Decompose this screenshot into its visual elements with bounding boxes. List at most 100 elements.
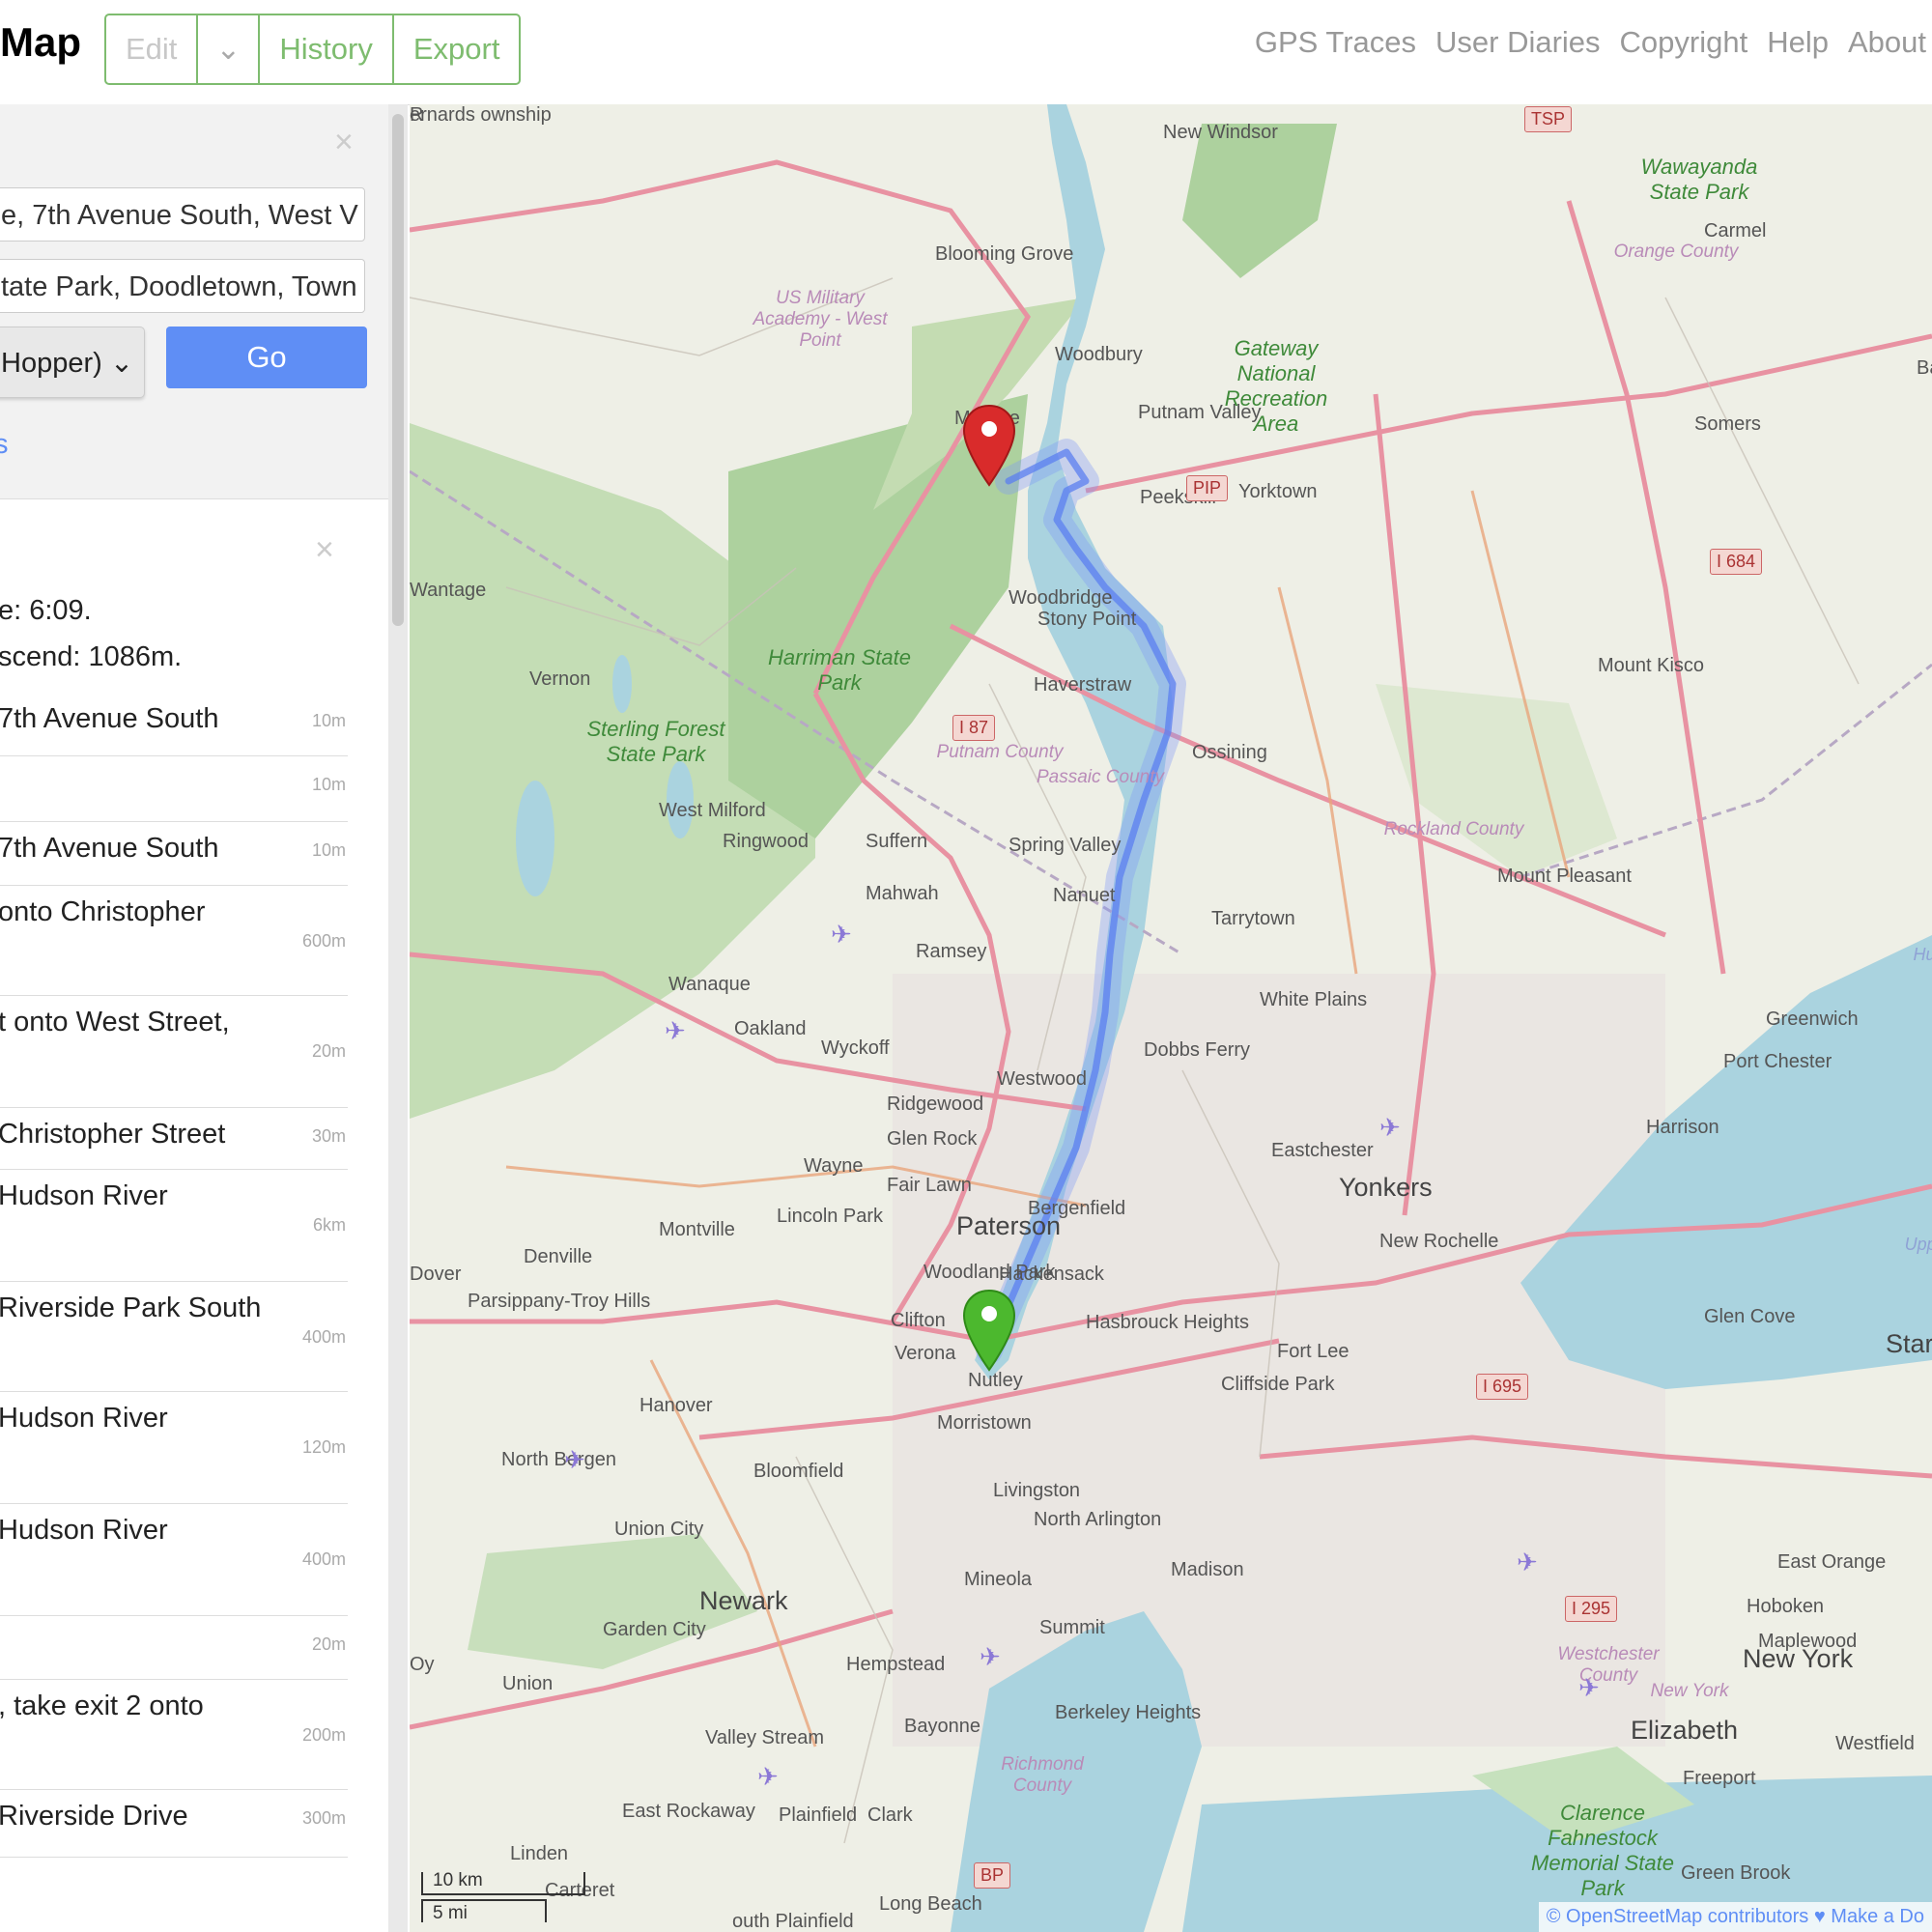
- direction-step-distance: 600m: [301, 931, 346, 951]
- map-place-label: Blooming Grove: [935, 243, 1074, 265]
- direction-step-text: Riverside Park South: [0, 1293, 262, 1323]
- map-place-label: Oakland: [734, 1018, 807, 1039]
- direction-step[interactable]: Christopher Street 30m: [0, 1107, 348, 1170]
- end-marker-icon[interactable]: [960, 404, 1018, 487]
- map-place-label: Bayonne: [904, 1716, 980, 1737]
- map-place-label: Stony Point: [1037, 609, 1137, 630]
- direction-step-text: 7th Avenue South: [0, 833, 219, 864]
- route-time-summary: e: 6:09.: [0, 595, 92, 626]
- direction-step-distance: 30m: [311, 1126, 346, 1146]
- map-place-label: Hempstead: [846, 1654, 946, 1675]
- map-place-label: Upper New York Bay: [1904, 1235, 1932, 1254]
- edit-button[interactable]: Edit: [106, 15, 199, 83]
- nav-user-diaries[interactable]: User Diaries: [1435, 25, 1601, 60]
- close-directions-icon[interactable]: ×: [315, 531, 334, 569]
- map-place-label: Ramsey: [916, 941, 987, 962]
- direction-step[interactable]: 10m: [0, 755, 348, 822]
- direction-step-distance: 400m: [301, 1327, 346, 1347]
- direction-step[interactable]: t onto West Street, 20m: [0, 995, 348, 1108]
- history-button[interactable]: History: [260, 15, 394, 83]
- map-place-label: Tarrytown: [1211, 908, 1295, 929]
- direction-step[interactable]: onto Christopher 600m: [0, 885, 348, 996]
- nav-copyright[interactable]: Copyright: [1620, 25, 1748, 60]
- map-place-label: North Arlington: [1034, 1509, 1162, 1530]
- direction-step[interactable]: Riverside Park South 400m: [0, 1281, 348, 1392]
- map-place-label: Mineola: [964, 1569, 1033, 1590]
- map-place-label: Rockland County: [1383, 819, 1524, 839]
- map-place-label: Mount Pleasant: [1497, 866, 1632, 887]
- map-place-label: outh Plainfield: [732, 1911, 854, 1932]
- direction-step[interactable]: Hudson River 120m: [0, 1391, 348, 1504]
- map-place-label: Carmel: [1704, 220, 1767, 242]
- map-scale: 10 km 5 mi: [421, 1866, 595, 1932]
- export-button[interactable]: Export: [394, 15, 520, 83]
- road-shield: I 295: [1565, 1596, 1618, 1622]
- direction-step[interactable]: Riverside Drive 300m: [0, 1789, 348, 1858]
- start-marker-icon[interactable]: [960, 1289, 1018, 1372]
- direction-step[interactable]: 20m: [0, 1615, 348, 1680]
- site-logo[interactable]: Map: [0, 19, 81, 66]
- airport-icon: ✈: [1578, 1673, 1600, 1702]
- map-place-label: Clarence Fahnestock Memorial State Park: [1531, 1801, 1674, 1900]
- map-place-label: ernards ownship: [410, 104, 552, 126]
- map-place-label: Cliffside Park: [1221, 1374, 1335, 1395]
- reverse-directions-link[interactable]: s: [0, 429, 9, 461]
- map-place-label: Fair Lawn: [887, 1175, 972, 1196]
- map-place-label: New York: [1650, 1681, 1729, 1701]
- map-place-label: Mount Kisco: [1598, 655, 1705, 676]
- scale-mi-label: 5 mi: [433, 1903, 468, 1923]
- map-place-label: Nutley: [968, 1370, 1023, 1391]
- map-place-label: Clifton: [891, 1310, 946, 1331]
- map-place-label: Plainfield: [779, 1804, 858, 1826]
- map-place-label: Yonkers: [1339, 1173, 1433, 1202]
- map-place-label: Yorktown: [1238, 481, 1318, 502]
- direction-step-text: Hudson River: [0, 1403, 168, 1434]
- direction-step[interactable]: Hudson River 400m: [0, 1503, 348, 1616]
- map-place-label: Newark: [699, 1586, 788, 1615]
- map-place-label: Lincoln Park: [777, 1206, 884, 1227]
- map-place-label: Hudson River: [1913, 945, 1932, 964]
- map-place-label: Eastchester: [1271, 1140, 1374, 1161]
- map-place-label: Berkeley Heights: [1055, 1702, 1202, 1723]
- map-place-label: Putnam County: [936, 742, 1064, 762]
- direction-step[interactable]: 7th Avenue South 10m: [0, 692, 348, 756]
- map-place-label: Oy: [410, 1654, 435, 1675]
- map-place-label: Madison: [1171, 1559, 1244, 1580]
- map-place-label: Bayvil: [1917, 357, 1932, 379]
- chevron-down-icon: ⌄: [109, 348, 134, 379]
- map-place-label: Harrison: [1646, 1117, 1719, 1138]
- direction-step[interactable]: 7th Avenue South 10m: [0, 821, 348, 886]
- route-to-field[interactable]: tate Park, Doodletown, Town: [0, 259, 365, 313]
- go-button[interactable]: Go: [166, 327, 367, 388]
- route-from-field[interactable]: e, 7th Avenue South, West V: [0, 187, 365, 242]
- close-search-icon[interactable]: ×: [334, 124, 354, 161]
- map-place-label: Wantage: [410, 580, 487, 601]
- direction-step-text: t onto West Street,: [0, 1007, 230, 1037]
- map-place-label: Star: [1886, 1329, 1932, 1358]
- direction-step[interactable]: Hudson River 6km: [0, 1169, 348, 1282]
- map-place-label: Westfield: [1835, 1733, 1915, 1754]
- edit-dropdown-caret-icon[interactable]: ⌄: [198, 15, 261, 83]
- airport-icon: ✈: [564, 1445, 585, 1474]
- map-attribution[interactable]: © OpenStreetMap contributors ♥ Make a Do: [1538, 1902, 1932, 1932]
- map-place-label: Elizabeth: [1631, 1716, 1739, 1745]
- map-place-label: Hackensack: [999, 1264, 1104, 1285]
- sidebar-scrollbar-thumb[interactable]: [392, 114, 404, 626]
- map-tiles: [410, 104, 1932, 1932]
- map-place-label: Woodbury: [1055, 344, 1143, 365]
- nav-help[interactable]: Help: [1767, 25, 1829, 60]
- airport-icon: ✈: [1517, 1548, 1538, 1577]
- map-place-label: Morristown: [937, 1412, 1032, 1434]
- nav-gps-traces[interactable]: GPS Traces: [1255, 25, 1416, 60]
- map-place-label: White Plains: [1260, 989, 1368, 1010]
- map-place-label: Passaic County: [1036, 767, 1164, 787]
- routing-engine-select[interactable]: Hopper) ⌄: [0, 327, 145, 398]
- direction-step-text: 7th Avenue South: [0, 703, 219, 734]
- map-place-label: Port Chester: [1723, 1051, 1833, 1072]
- map-place-label: Vernon: [529, 668, 591, 690]
- direction-step[interactable]: , take exit 2 onto 200m: [0, 1679, 348, 1790]
- map-place-label: Long Beach: [879, 1893, 982, 1915]
- nav-about[interactable]: About: [1848, 25, 1926, 60]
- map-view[interactable]: New WindsorBlooming GroveWoodburyMonroeP…: [410, 104, 1932, 1932]
- routing-engine-value: Hopper): [1, 348, 102, 379]
